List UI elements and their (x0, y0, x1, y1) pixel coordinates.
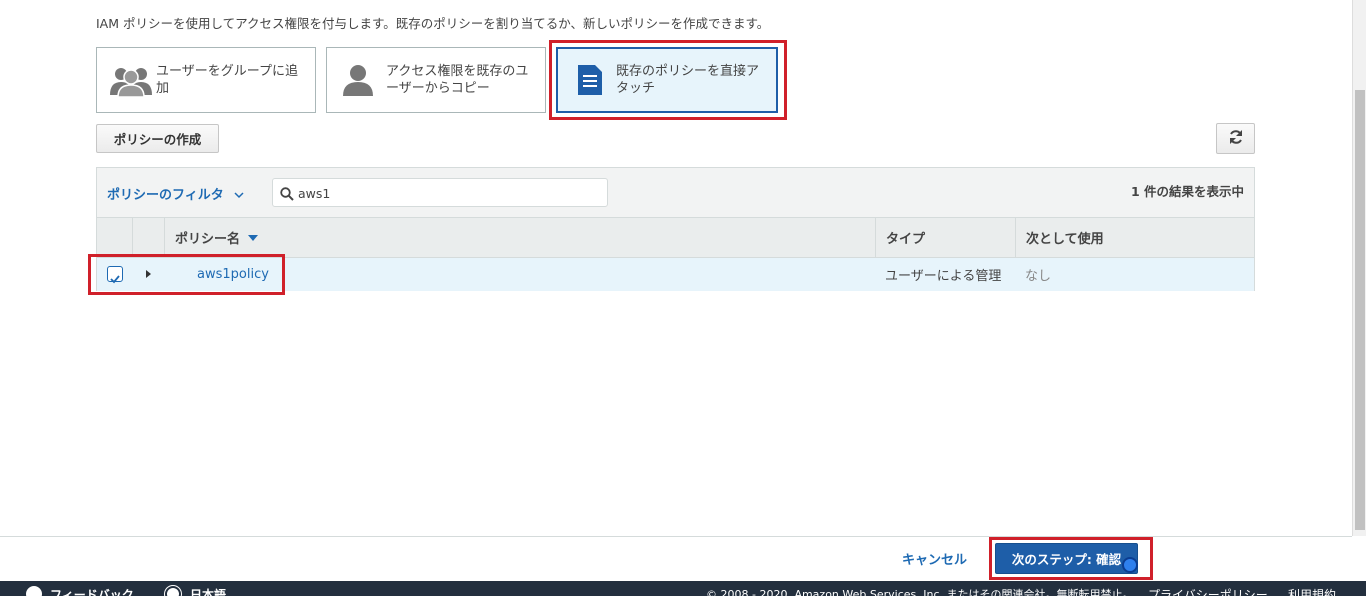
header-checkbox-cell (97, 218, 132, 257)
column-label-name: ポリシー名 (175, 232, 241, 247)
cancel-button[interactable]: キャンセル (902, 549, 967, 568)
option-label-line2: タッチ (616, 81, 656, 96)
wizard-footer (0, 536, 1352, 581)
cursor-indicator (1122, 557, 1138, 573)
option-label-line1: アクセス権限を既存のユ (386, 64, 529, 79)
users-group-icon (109, 65, 153, 101)
copyright-text: © 2008 - 2020, Amazon Web Services, Inc.… (706, 588, 1134, 596)
table-row[interactable]: aws1policy ユーザーによる管理 なし (97, 258, 1254, 291)
search-icon (280, 186, 294, 205)
row-checkbox[interactable] (107, 266, 123, 284)
column-header-used-as[interactable]: 次として使用 (1015, 218, 1254, 257)
filter-label: ポリシーのフィルタ (107, 188, 224, 203)
column-header-policy-name[interactable]: ポリシー名 (164, 218, 875, 257)
console-footer: フィードバック 日本語 © 2008 - 2020, Amazon Web Se… (0, 581, 1366, 596)
option-label-line2: 加 (156, 81, 170, 96)
refresh-button[interactable] (1216, 123, 1255, 154)
user-icon (342, 64, 374, 100)
language-selector[interactable]: 日本語 (190, 586, 226, 596)
option-label-line1: 既存のポリシーを直接ア (616, 64, 760, 79)
option-attach-existing-policy[interactable]: 既存のポリシーを直接ア タッチ (556, 47, 778, 113)
header-expand-cell (132, 218, 164, 257)
search-input[interactable] (298, 184, 598, 202)
checkmark-icon (110, 269, 120, 288)
column-header-type[interactable]: タイプ (875, 218, 1015, 257)
document-icon (576, 64, 604, 100)
intro-text: IAM ポリシーを使用してアクセス権限を付与します。既存のポリシーを割り当てるか… (96, 16, 770, 31)
results-count: 1 件の結果を表示中 (1130, 184, 1244, 199)
create-policy-button[interactable]: ポリシーの作成 (96, 124, 219, 153)
refresh-icon (1228, 129, 1244, 149)
next-step-button[interactable]: 次のステップ: 確認 (995, 543, 1138, 574)
option-label-line1: ユーザーをグループに追 (156, 64, 298, 79)
policy-filter-dropdown[interactable]: ポリシーのフィルタ (107, 184, 244, 203)
option-add-to-group[interactable]: ユーザーをグループに追 加 (96, 47, 316, 113)
privacy-policy-link[interactable]: プライバシーポリシー (1148, 586, 1268, 596)
table-header: ポリシー名 タイプ 次として使用 (97, 218, 1254, 258)
globe-icon (165, 586, 181, 596)
search-box (272, 178, 608, 207)
policy-name-link[interactable]: aws1policy (197, 258, 269, 291)
option-copy-permissions[interactable]: アクセス権限を既存のユ ーザーからコピー (326, 47, 546, 113)
scrollbar[interactable] (1352, 0, 1366, 536)
filter-bar: ポリシーのフィルタ 1 件の結果を表示中 (97, 168, 1254, 218)
policy-used-as-cell: なし (1025, 269, 1052, 284)
sort-descending-icon (248, 230, 259, 245)
feedback-icon (26, 586, 42, 596)
option-label-line2: ーザーからコピー (386, 81, 490, 96)
feedback-link[interactable]: フィードバック (50, 586, 134, 596)
page: IAM ポリシーを使用してアクセス権限を付与します。既存のポリシーを割り当てるか… (0, 0, 1366, 596)
expand-row-icon[interactable] (146, 270, 151, 278)
policy-table: ポリシーのフィルタ 1 件の結果を表示中 ポリシー名 (96, 167, 1255, 291)
policy-type-cell: ユーザーによる管理 (885, 269, 1002, 284)
terms-link[interactable]: 利用規約 (1288, 586, 1336, 596)
chevron-down-icon (234, 188, 244, 203)
scrollbar-thumb[interactable] (1355, 90, 1365, 530)
